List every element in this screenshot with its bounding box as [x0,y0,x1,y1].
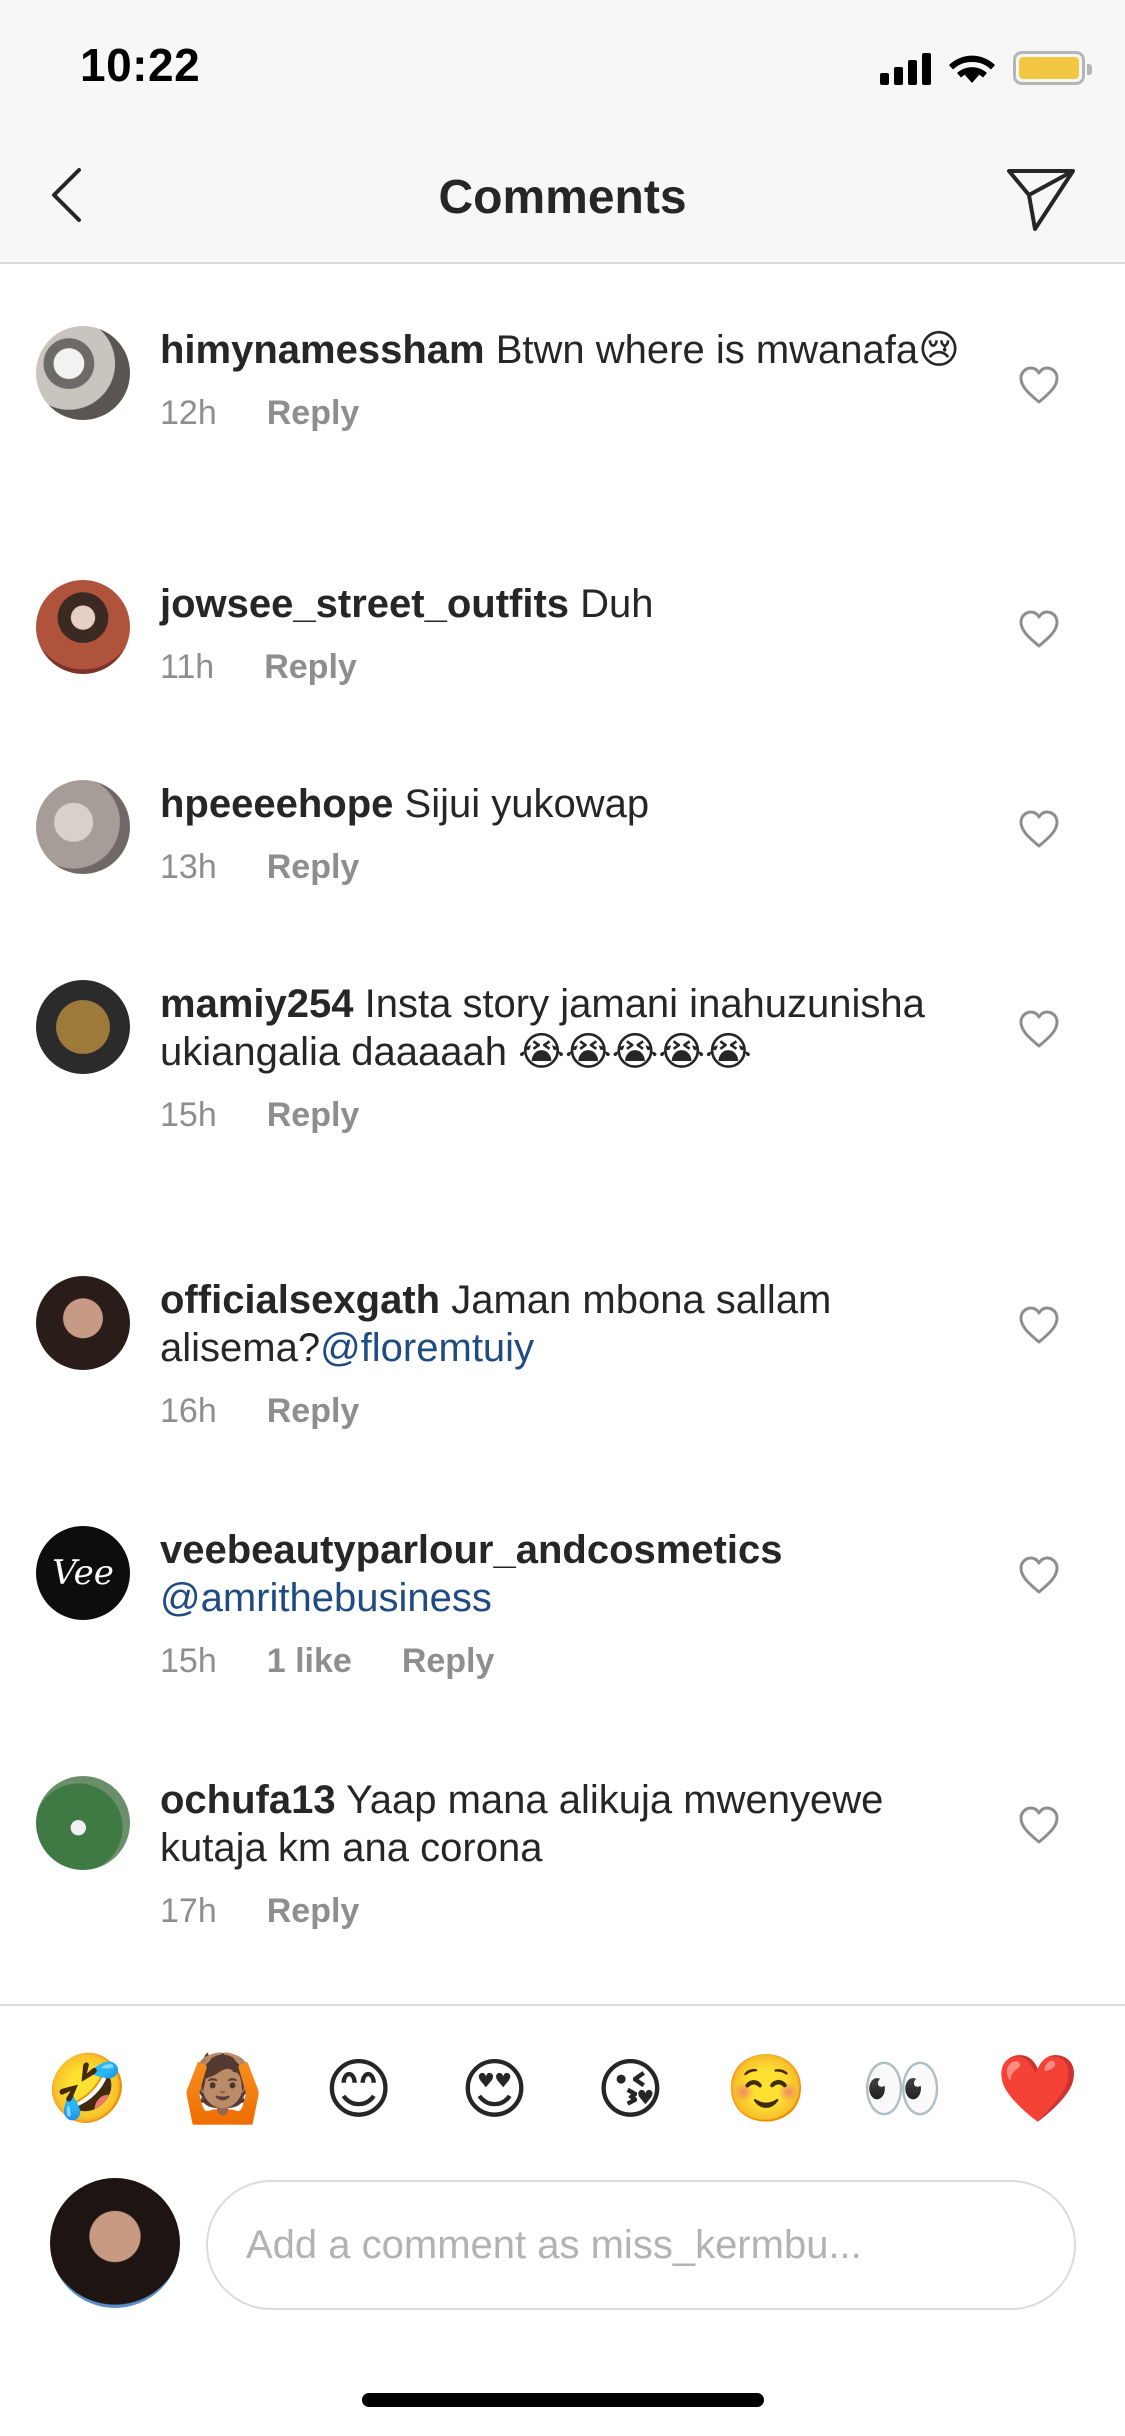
signal-icon [880,51,931,85]
nav-bar: Comments [0,130,1125,264]
reply-button[interactable]: Reply [267,1892,360,1931]
wifi-icon [949,55,995,83]
emoji-quick-bar: 🤣 🙆🏽 😊 😍 😘 ☺️ 👀 ❤️ [0,2004,1125,2172]
comment-meta: 12h Reply [160,394,960,433]
comment-meta: 13h Reply [160,848,960,887]
home-indicator[interactable] [362,2393,764,2407]
comment-username[interactable]: jowsee_street_outfits [160,582,569,626]
emoji-smile-button[interactable]: 😊 [318,2051,400,2128]
like-heart-icon[interactable] [1017,808,1061,852]
comment-time: 16h [160,1392,217,1430]
status-icons [880,48,1092,88]
reply-button[interactable]: Reply [267,1392,360,1431]
comment-input[interactable] [206,2180,1076,2310]
comment-message: Sijui yukowap [404,782,650,826]
reply-button[interactable]: Reply [267,394,360,433]
comment-time: 17h [160,1892,217,1930]
avatar[interactable] [36,580,130,674]
avatar-logo-text: Vee [52,1553,114,1593]
like-heart-icon[interactable] [1017,1304,1061,1348]
reply-button[interactable]: Reply [267,1096,360,1135]
comment-meta: 16h Reply [160,1392,960,1431]
comment-mention[interactable]: @floremtuiy [320,1326,534,1370]
emoji-eyes-button[interactable]: 👀 [861,2050,943,2128]
status-bar: 10:22 [0,0,1125,130]
avatar[interactable] [36,1776,130,1870]
avatar[interactable] [36,1276,130,1370]
emoji-red-heart-button[interactable]: ❤️ [997,2050,1079,2128]
emoji-relaxed-button[interactable]: ☺️ [725,2050,807,2128]
comment-time: 15h [160,1642,217,1680]
like-heart-icon[interactable] [1017,1804,1061,1848]
avatar[interactable]: Vee [36,1526,130,1620]
like-count[interactable]: 1 like [267,1642,352,1681]
comment-text: himynamessham Btwn where is mwanafa😢 [160,326,960,374]
comment-text: jowsee_street_outfits Duh [160,580,960,628]
reply-button[interactable]: Reply [264,648,357,687]
comment-username[interactable]: mamiy254 [160,982,353,1026]
reply-button[interactable]: Reply [267,848,360,887]
comment-username[interactable]: hpeeeehope [160,782,393,826]
comment-text: hpeeeehope Sijui yukowap [160,780,960,828]
battery-level [1019,57,1079,79]
comment-text: mamiy254 Insta story jamani inahuzunisha… [160,980,960,1076]
share-button[interactable] [1001,160,1081,240]
comment-time: 12h [160,394,217,432]
comment-username[interactable]: officialsexgath [160,1278,440,1322]
comment-meta: 15h Reply [160,1096,960,1135]
page-title: Comments [438,171,687,224]
comment-message: Duh [580,582,654,626]
comment-username[interactable]: veebeautyparlour_andcosmetics [160,1528,782,1572]
emoji-ok-gesture-button[interactable]: 🙆🏽 [182,2050,264,2128]
emoji-kiss-button[interactable]: 😘 [589,2051,671,2128]
avatar[interactable] [36,780,130,874]
avatar[interactable] [36,980,130,1074]
paper-plane-icon [1007,169,1075,231]
comment-meta: 15h 1 like Reply [160,1642,960,1681]
comment-time: 11h [160,648,215,686]
battery-icon [1013,51,1092,85]
emoji-heart-eyes-button[interactable]: 😍 [454,2051,536,2128]
avatar[interactable] [36,326,130,420]
comment-time: 13h [160,848,217,886]
comment-meta: 17h Reply [160,1892,960,1931]
like-heart-icon[interactable] [1017,608,1061,652]
like-heart-icon[interactable] [1017,1008,1061,1052]
comment-username[interactable]: ochufa13 [160,1778,336,1822]
comment-time: 15h [160,1096,217,1134]
comment-text: ochufa13 Yaap mana alikuja mwenyewe kuta… [160,1776,960,1872]
comment-username[interactable]: himynamessham [160,328,485,372]
emoji-rofl-button[interactable]: 🤣 [46,2050,128,2128]
comment-meta: 11h Reply [160,648,960,687]
comment-text: veebeautyparlour_andcosmetics @amrithebu… [160,1526,960,1622]
comment-message: Btwn where is mwanafa😢 [495,328,960,372]
like-heart-icon[interactable] [1017,364,1061,408]
comment-mention[interactable]: @amrithebusiness [160,1576,492,1620]
status-time: 10:22 [80,39,201,91]
like-heart-icon[interactable] [1017,1554,1061,1598]
current-user-avatar [50,2178,180,2308]
reply-button[interactable]: Reply [402,1642,495,1681]
comment-text: officialsexgath Jaman mbona sallam alise… [160,1276,960,1372]
